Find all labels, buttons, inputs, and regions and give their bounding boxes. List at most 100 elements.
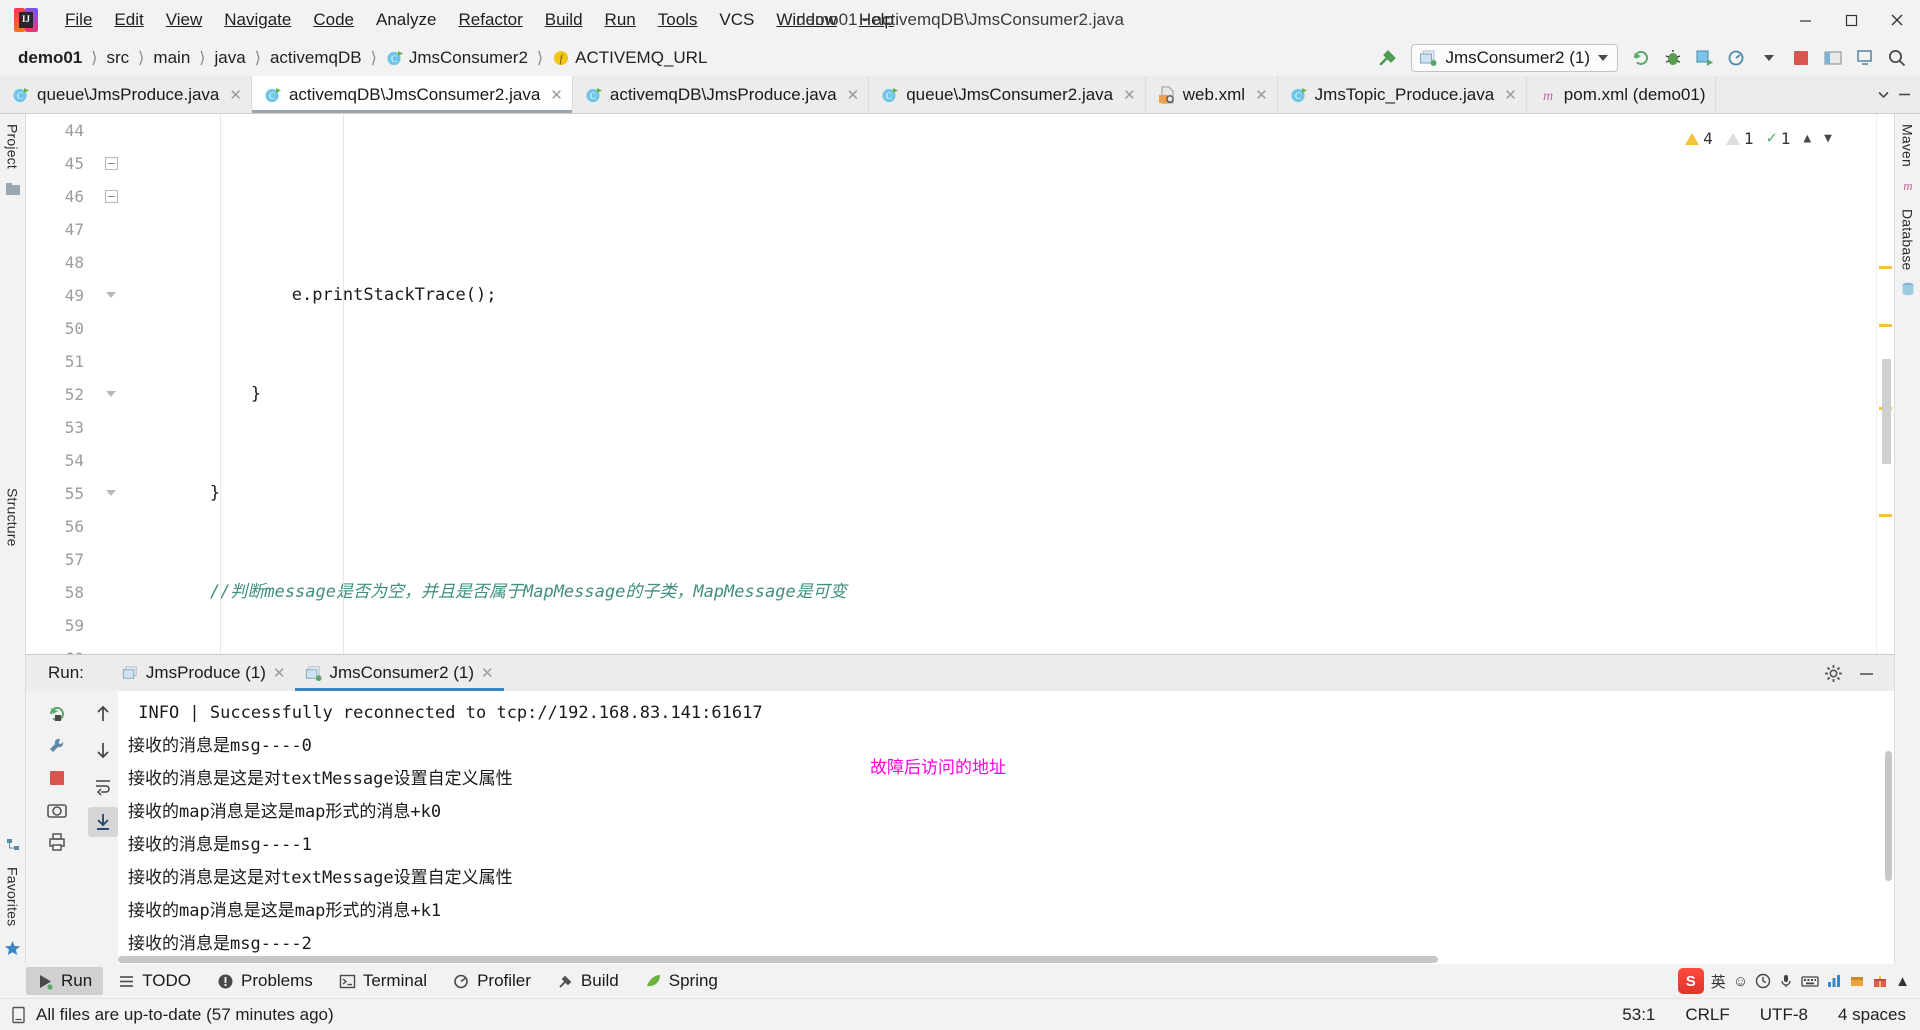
editor-tab-3[interactable]: C queue\JmsConsumer2.java ✕	[869, 76, 1146, 113]
editor-tab-0[interactable]: C queue\JmsProduce.java ✕	[0, 76, 252, 113]
close-icon[interactable]: ✕	[550, 86, 563, 104]
tool-window-build[interactable]: Build	[546, 967, 630, 995]
editor-tab-6[interactable]: m pom.xml (demo01)	[1526, 76, 1716, 113]
file-encoding[interactable]: UTF-8	[1760, 1005, 1808, 1025]
debug-icon[interactable]	[1658, 44, 1688, 72]
menu-view[interactable]: View	[155, 7, 214, 33]
chevron-up-icon[interactable]: ▲	[1895, 973, 1910, 990]
breadcrumb-activemqdb[interactable]: activemqDB	[268, 46, 364, 70]
fold-marker-arrow[interactable]	[98, 279, 124, 312]
menu-tools[interactable]: Tools	[647, 7, 709, 33]
error-stripe-scrollbar[interactable]	[1876, 114, 1894, 654]
search-everywhere-icon[interactable]	[1882, 44, 1912, 72]
close-icon[interactable]: ✕	[229, 86, 242, 104]
sidebar-item-project[interactable]: Project	[5, 120, 21, 173]
sidebar-item-maven[interactable]: Maven	[1900, 120, 1916, 171]
editor-tab-5[interactable]: C JmsTopic_Produce.java ✕	[1277, 76, 1527, 113]
menu-edit[interactable]: Edit	[103, 7, 154, 33]
close-icon[interactable]: ✕	[1504, 86, 1517, 104]
close-button[interactable]	[1874, 0, 1920, 40]
close-icon[interactable]: ✕	[847, 86, 860, 104]
close-icon[interactable]: ✕	[273, 664, 286, 682]
profiler-icon[interactable]	[1722, 44, 1752, 72]
console-horizontal-scrollbar[interactable]	[118, 954, 1894, 964]
menu-navigate[interactable]: Navigate	[213, 7, 302, 33]
fold-marker-arrow[interactable]	[98, 378, 124, 411]
inspection-weak-warnings[interactable]: 1	[1725, 122, 1753, 155]
chart-icon[interactable]	[1826, 973, 1842, 989]
project-files-icon[interactable]	[3, 179, 23, 199]
sidebar-item-favorites[interactable]: Favorites	[5, 863, 21, 930]
keyboard-icon[interactable]	[1801, 973, 1819, 989]
camera-icon[interactable]	[42, 795, 72, 825]
gear-icon[interactable]	[1824, 664, 1843, 683]
tool-window-run[interactable]: Run	[26, 967, 104, 995]
fold-marker-collapse[interactable]	[98, 147, 124, 180]
inspection-ok[interactable]: ✓ 1	[1766, 122, 1790, 155]
minimize-icon[interactable]	[1857, 664, 1876, 683]
code-editor[interactable]: 44 45 46 47 48 49 50 51 52 53 54 55 56 5…	[26, 114, 1894, 654]
breadcrumb-demo01[interactable]: demo01	[16, 46, 84, 70]
profiler-dropdown-icon[interactable]	[1754, 44, 1784, 72]
stop-icon[interactable]	[42, 763, 72, 793]
inspection-warnings[interactable]: 4	[1685, 122, 1713, 155]
menu-refactor[interactable]: Refactor	[447, 7, 533, 33]
down-arrow-icon[interactable]	[88, 735, 118, 765]
console-vertical-scrollbar[interactable]	[1885, 751, 1892, 881]
menu-help[interactable]: Help	[848, 7, 905, 33]
hammer-icon[interactable]	[1373, 44, 1403, 72]
breadcrumb-java[interactable]: java	[213, 46, 248, 70]
soft-wrap-icon[interactable]	[88, 771, 118, 801]
run-configuration-selector[interactable]: JmsConsumer2 (1)	[1411, 44, 1618, 72]
editor-scrollbar-thumb[interactable]	[1882, 359, 1891, 464]
indent-setting[interactable]: 4 spaces	[1838, 1005, 1906, 1025]
menu-code[interactable]: Code	[302, 7, 365, 33]
tool-window-problems[interactable]: Problems	[206, 967, 324, 995]
chevron-down-icon[interactable]	[1876, 87, 1891, 102]
stop-icon[interactable]	[1786, 44, 1816, 72]
menu-file[interactable]: File	[54, 7, 103, 33]
menu-run[interactable]: Run	[594, 7, 647, 33]
fold-gutter[interactable]	[98, 114, 124, 654]
editor-tab-1[interactable]: C activemqDB\JmsConsumer2.java ✕	[251, 76, 573, 113]
sidebar-item-database[interactable]: Database	[1900, 205, 1916, 275]
code-text-area[interactable]: e.printStackTrace(); } } //判断message是否为空…	[124, 114, 1876, 654]
line-separator[interactable]: CRLF	[1685, 1005, 1729, 1025]
maven-icon[interactable]: m	[1898, 175, 1918, 195]
wrench-icon[interactable]	[42, 731, 72, 761]
sidebar-item-structure[interactable]: Structure	[5, 484, 21, 551]
scroll-to-end-icon[interactable]	[88, 807, 118, 837]
minimize-button[interactable]	[1782, 0, 1828, 40]
stripe-warning-mark[interactable]	[1879, 514, 1892, 517]
database-icon[interactable]	[1898, 279, 1918, 299]
stripe-warning-mark[interactable]	[1879, 266, 1892, 269]
fold-marker-collapse[interactable]	[98, 180, 124, 213]
breadcrumb-main[interactable]: main	[151, 46, 192, 70]
tool-window-terminal[interactable]: Terminal	[328, 967, 438, 995]
close-icon[interactable]: ✕	[481, 664, 494, 682]
ime-indicator[interactable]: 英	[1711, 971, 1726, 992]
close-icon[interactable]: ✕	[1123, 86, 1136, 104]
database-icon[interactable]	[1818, 44, 1848, 72]
menu-analyze[interactable]: Analyze	[365, 7, 447, 33]
menu-build[interactable]: Build	[534, 7, 594, 33]
editor-tab-4[interactable]: web.xml ✕	[1145, 76, 1278, 113]
stripe-warning-mark[interactable]	[1879, 324, 1892, 327]
breadcrumb-jmsconsumer2[interactable]: C JmsConsumer2	[384, 46, 530, 70]
print-icon[interactable]	[42, 827, 72, 857]
chevron-down-icon[interactable]: ▼	[1824, 122, 1832, 155]
menu-vcs[interactable]: VCS	[708, 7, 765, 33]
update-project-icon[interactable]	[1626, 44, 1656, 72]
menu-window[interactable]: Window	[765, 7, 847, 33]
mic-icon[interactable]	[1778, 973, 1794, 989]
breadcrumb-activemq-url[interactable]: f ACTIVEMQ_URL	[550, 46, 709, 70]
tool-window-todo[interactable]: TODO	[107, 967, 202, 995]
favorites-star-icon[interactable]	[3, 938, 23, 958]
box-icon[interactable]	[1849, 973, 1865, 989]
editor-tab-2[interactable]: C activemqDB\JmsProduce.java ✕	[572, 76, 870, 113]
hide-tabs-icon[interactable]	[1897, 87, 1912, 102]
structure-icon[interactable]	[3, 835, 23, 855]
run-tab-jmsconsumer2[interactable]: JmsConsumer2 (1) ✕	[295, 655, 504, 691]
close-icon[interactable]: ✕	[1255, 86, 1268, 104]
run-with-coverage-icon[interactable]	[1690, 44, 1720, 72]
